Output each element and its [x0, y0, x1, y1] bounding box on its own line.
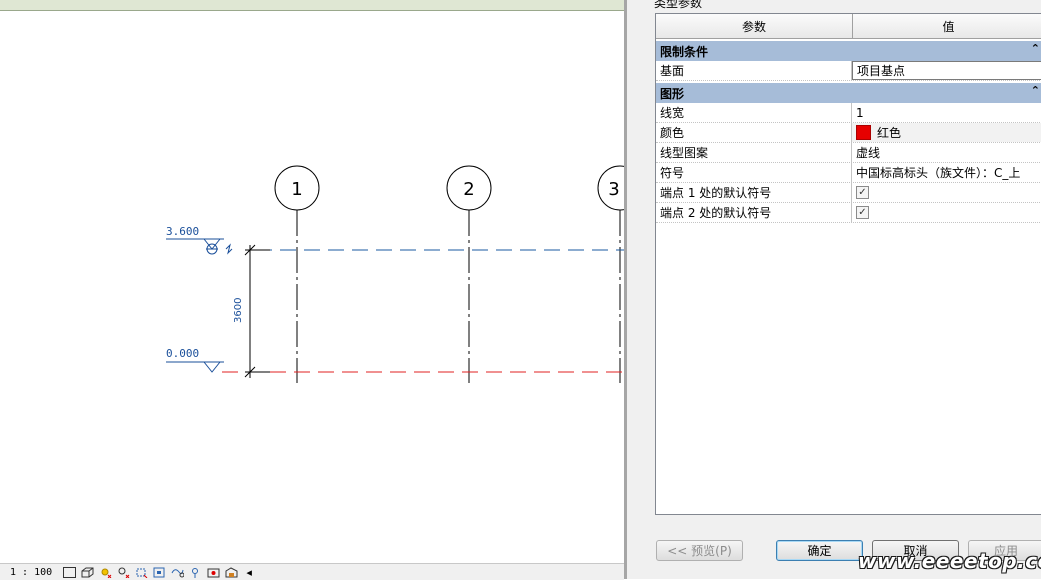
elevation-view: 1 2 3 3.600 0.000 3600 [166, 165, 624, 383]
view-scale[interactable]: 1 : 100 [0, 567, 62, 578]
group-constraints[interactable]: 限制条件 ⌃ [656, 39, 1041, 61]
scroll-left-icon[interactable]: ◂ [242, 566, 256, 579]
type-parameters-grid: 参数 值 限制条件 ⌃ 基面 项目基点 图形 ⌃ 线宽 1 颜色 红色 线型图案 [655, 13, 1041, 515]
sun-path-icon[interactable] [98, 566, 112, 578]
param-name: 基面 [656, 61, 852, 80]
param-name: 符号 [656, 163, 852, 182]
end2-symbol-checkbox[interactable]: ✓ [856, 206, 869, 219]
ok-button[interactable]: 确定 [776, 540, 863, 561]
end1-symbol-checkbox[interactable]: ✓ [856, 186, 869, 199]
reveal-hidden-icon[interactable] [206, 566, 220, 578]
color-picker-button[interactable]: 红色 [852, 123, 1041, 142]
grid-header: 参数 值 [656, 14, 1041, 39]
level-value-bottom: 0.000 [166, 347, 199, 360]
dialog-section-title: 类型参数 [654, 0, 703, 10]
column-header-param[interactable]: 参数 [656, 14, 853, 38]
analytical-model-icon[interactable] [224, 566, 238, 578]
color-swatch [856, 125, 871, 140]
visual-style-icon[interactable] [80, 566, 94, 578]
param-row-color[interactable]: 颜色 红色 [656, 123, 1041, 143]
site-watermark: www.eeeetop.com [858, 549, 1041, 573]
param-name: 端点 2 处的默认符号 [656, 203, 852, 222]
param-row-end1-symbol[interactable]: 端点 1 处的默认符号 ✓ [656, 183, 1041, 203]
grid-label-1: 1 [291, 179, 302, 200]
param-row-line-weight[interactable]: 线宽 1 [656, 103, 1041, 123]
type-properties-dialog: 类型参数 参数 值 限制条件 ⌃ 基面 项目基点 图形 ⌃ 线宽 1 颜色 红色 [624, 0, 1041, 579]
collapse-chevron-icon[interactable]: ⌃ [1031, 84, 1040, 97]
param-name: 线宽 [656, 103, 852, 122]
view-tab-strip [0, 0, 624, 11]
level-head-bottom [203, 361, 221, 373]
grid-label-2: 2 [463, 179, 474, 200]
param-row-end2-symbol[interactable]: 端点 2 处的默认符号 ✓ [656, 203, 1041, 223]
line-pattern-value[interactable]: 虚线 [852, 143, 1041, 162]
base-dropdown[interactable]: 项目基点 [852, 61, 1041, 80]
param-row-symbol[interactable]: 符号 中国标高标头（族文件）：C_上 [656, 163, 1041, 183]
detail-level-icon[interactable] [62, 566, 76, 578]
param-name: 端点 1 处的默认符号 [656, 183, 852, 202]
crop-view-icon[interactable] [134, 566, 148, 578]
drawing-canvas[interactable]: 1 2 3 3.600 0.000 3600 [0, 11, 624, 563]
crop-region-icon[interactable] [152, 566, 166, 578]
grid-label-3: 3 [608, 179, 619, 200]
shadows-icon[interactable] [116, 566, 130, 578]
unlocked-3d-icon[interactable] [170, 566, 184, 578]
param-name: 线型图案 [656, 143, 852, 162]
group-label: 限制条件 [660, 44, 709, 59]
param-row-line-pattern[interactable]: 线型图案 虚线 [656, 143, 1041, 163]
end1-symbol-cell: ✓ [852, 183, 1041, 202]
group-label: 图形 [660, 86, 685, 101]
collapse-chevron-icon[interactable]: ⌃ [1031, 42, 1040, 55]
dimension-text: 3600 [233, 298, 244, 323]
view-control-bar: 1 : 100 ◂ [0, 563, 624, 580]
line-weight-value[interactable]: 1 [852, 103, 1041, 122]
temporary-hide-icon[interactable] [188, 566, 202, 578]
preview-button[interactable]: << 预览(P) [656, 540, 743, 561]
level-value-top: 3.600 [166, 225, 199, 238]
color-value: 红色 [877, 126, 902, 140]
param-row-base[interactable]: 基面 项目基点 [656, 61, 1041, 81]
column-header-value[interactable]: 值 [853, 14, 1041, 38]
end2-symbol-cell: ✓ [852, 203, 1041, 222]
param-name: 颜色 [656, 123, 852, 142]
symbol-value[interactable]: 中国标高标头（族文件）：C_上 [852, 163, 1041, 182]
group-graphics[interactable]: 图形 ⌃ [656, 81, 1041, 103]
